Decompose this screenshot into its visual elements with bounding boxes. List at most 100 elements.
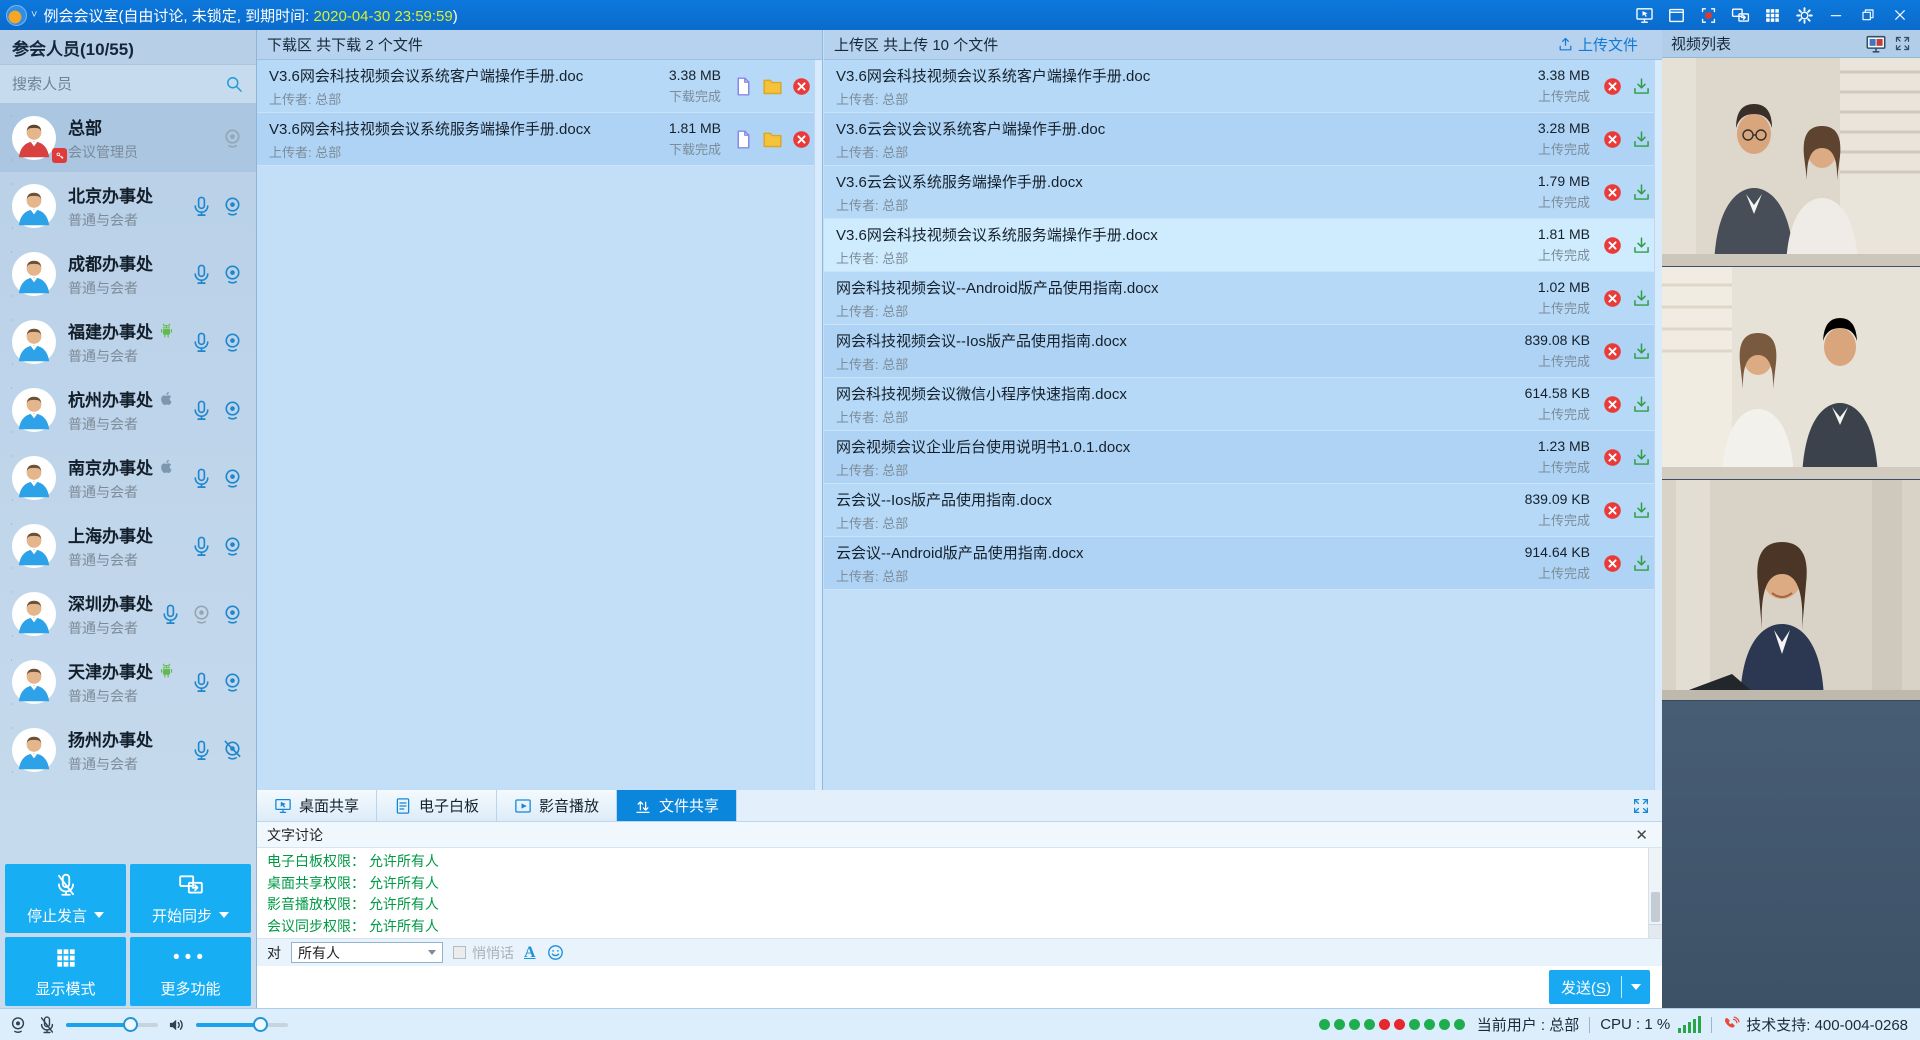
delete-icon[interactable] (1602, 447, 1623, 468)
close-button[interactable] (1886, 3, 1914, 27)
start-sync-button[interactable]: 开始同步 (130, 864, 251, 933)
camera-icon[interactable] (221, 331, 244, 354)
delete-icon[interactable] (791, 76, 812, 97)
download-icon[interactable] (1631, 182, 1652, 203)
download-file-row[interactable]: V3.6网会科技视频会议系统客户端操作手册.doc上传者: 总部 3.38 MB… (257, 60, 822, 113)
speaker-volume-slider[interactable] (196, 1023, 288, 1027)
minimize-button[interactable] (1822, 3, 1850, 27)
camera-status-icon[interactable] (8, 1015, 28, 1035)
chat-input-area[interactable]: 发送(S) (257, 966, 1662, 1008)
camera-icon[interactable] (221, 195, 244, 218)
participant-row[interactable]: 天津办事处普通与会者 (0, 648, 256, 716)
delete-icon[interactable] (1602, 288, 1623, 309)
mic-icon[interactable] (190, 535, 213, 558)
participant-row[interactable]: 成都办事处普通与会者 (0, 240, 256, 308)
search-input[interactable] (12, 76, 224, 93)
delete-icon[interactable] (1602, 341, 1623, 362)
delete-icon[interactable] (1602, 235, 1623, 256)
video-thumbnail[interactable] (1662, 58, 1920, 267)
upload-file-link[interactable]: 上传文件 (1557, 34, 1638, 55)
search-icon[interactable] (224, 74, 244, 94)
participant-row[interactable]: 上海办事处普通与会者 (0, 512, 256, 580)
delete-icon[interactable] (1602, 76, 1623, 97)
download-icon[interactable] (1631, 76, 1652, 97)
sync-screens-icon[interactable] (1726, 3, 1754, 27)
download-icon[interactable] (1631, 341, 1652, 362)
settings-gear-icon[interactable] (1790, 3, 1818, 27)
upload-file-row-selected[interactable]: V3.6网会科技视频会议系统服务端操作手册.docx上传者: 总部 1.81 M… (824, 219, 1662, 272)
recipient-select[interactable]: 所有人 (291, 942, 443, 963)
camera-disabled-icon[interactable] (190, 603, 213, 626)
participant-row[interactable]: 扬州办事处普通与会者 (0, 716, 256, 784)
mic-icon[interactable] (190, 467, 213, 490)
participant-row[interactable]: 深圳办事处普通与会者 (0, 580, 256, 648)
download-scrollbar[interactable] (814, 60, 822, 790)
download-icon[interactable] (1631, 129, 1652, 150)
mic-icon[interactable] (190, 739, 213, 762)
room-menu-chevron-icon[interactable]: ˅ (31, 9, 37, 21)
tab-file-share[interactable]: 文件共享 (617, 790, 737, 821)
video-thumbnail[interactable] (1662, 480, 1920, 701)
upload-file-row[interactable]: V3.6云会议系统服务端操作手册.docx上传者: 总部 1.79 MB上传完成 (824, 166, 1662, 219)
mic-icon[interactable] (190, 195, 213, 218)
camera-icon[interactable] (221, 603, 244, 626)
download-icon[interactable] (1631, 394, 1652, 415)
participant-row[interactable]: 总部会议管理员 (0, 104, 256, 172)
delete-icon[interactable] (791, 129, 812, 150)
delete-icon[interactable] (1602, 500, 1623, 521)
fullscreen-expand-icon[interactable] (1620, 790, 1662, 821)
participant-search[interactable] (0, 64, 256, 104)
camera-icon[interactable] (221, 399, 244, 422)
delete-icon[interactable] (1602, 394, 1623, 415)
upload-file-row[interactable]: 网会科技视频会议微信小程序快速指南.docx上传者: 总部 614.58 KB上… (824, 378, 1662, 431)
tab-whiteboard[interactable]: 电子白板 (377, 790, 497, 821)
speaker-icon[interactable] (167, 1015, 187, 1035)
camera-icon[interactable] (221, 671, 244, 694)
camera-icon[interactable] (221, 127, 244, 150)
camera-icon[interactable] (221, 535, 244, 558)
layout-grid-icon[interactable] (1758, 3, 1786, 27)
stop-speaking-button[interactable]: 停止发言 (5, 864, 126, 933)
upload-file-row[interactable]: V3.6网会科技视频会议系统客户端操作手册.doc上传者: 总部 3.38 MB… (824, 60, 1662, 113)
download-icon[interactable] (1631, 553, 1652, 574)
delete-icon[interactable] (1602, 129, 1623, 150)
download-file-row[interactable]: V3.6网会科技视频会议系统服务端操作手册.docx上传者: 总部 1.81 M… (257, 113, 822, 166)
camera-icon[interactable] (221, 467, 244, 490)
record-icon[interactable] (1694, 3, 1722, 27)
upload-file-row[interactable]: 网会科技视频会议--Ios版产品使用指南.docx上传者: 总部 839.08 … (824, 325, 1662, 378)
dropdown-caret-icon[interactable] (219, 912, 229, 918)
mic-volume-slider[interactable] (66, 1023, 158, 1027)
participant-row[interactable]: 南京办事处普通与会者 (0, 444, 256, 512)
tab-media-play[interactable]: 影音播放 (497, 790, 617, 821)
upload-file-row[interactable]: 云会议--Ios版产品使用指南.docx上传者: 总部 839.09 KB上传完… (824, 484, 1662, 537)
upload-file-row[interactable]: 网会科技视频会议--Android版产品使用指南.docx上传者: 总部 1.0… (824, 272, 1662, 325)
more-functions-button[interactable]: ••• 更多功能 (130, 937, 251, 1006)
whisper-checkbox[interactable] (453, 946, 466, 959)
screen-layout-icon[interactable] (1865, 33, 1887, 55)
mic-muted-icon[interactable] (37, 1015, 57, 1035)
upload-scrollbar[interactable] (1654, 60, 1662, 790)
open-folder-icon[interactable] (762, 76, 783, 97)
open-file-icon[interactable] (733, 129, 754, 150)
expand-videos-icon[interactable] (1894, 35, 1911, 52)
remote-desktop-icon[interactable] (1630, 3, 1658, 27)
maximize-button[interactable] (1854, 3, 1882, 27)
mic-icon[interactable] (190, 399, 213, 422)
camera-off-icon[interactable] (221, 739, 244, 762)
window-mode-icon[interactable] (1662, 3, 1690, 27)
participant-row[interactable]: 福建办事处普通与会者 (0, 308, 256, 376)
dropdown-caret-icon[interactable] (94, 912, 104, 918)
download-icon[interactable] (1631, 235, 1652, 256)
video-thumbnail[interactable] (1662, 267, 1920, 480)
download-icon[interactable] (1631, 288, 1652, 309)
mic-icon[interactable] (190, 331, 213, 354)
mic-icon[interactable] (190, 263, 213, 286)
tab-desktop-share[interactable]: 桌面共享 (257, 790, 377, 821)
close-chat-icon[interactable]: ✕ (1631, 826, 1652, 844)
mic-icon[interactable] (159, 603, 182, 626)
font-style-button[interactable]: A (524, 944, 536, 962)
open-folder-icon[interactable] (762, 129, 783, 150)
delete-icon[interactable] (1602, 553, 1623, 574)
upload-file-row[interactable]: 云会议--Android版产品使用指南.docx上传者: 总部 914.64 K… (824, 537, 1662, 590)
camera-icon[interactable] (221, 263, 244, 286)
